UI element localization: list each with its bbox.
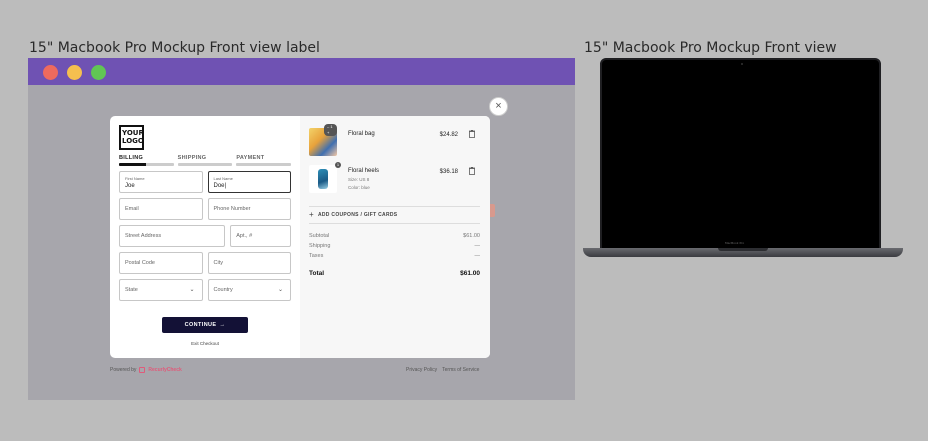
state-select[interactable]: State ⌄ bbox=[119, 279, 203, 301]
item-name: Floral bag bbox=[348, 131, 375, 137]
step-shipping-progress bbox=[177, 163, 233, 166]
chevron-down-icon: ⌄ bbox=[277, 287, 283, 293]
billing-panel: YOUR LOGO BILLING SHIPPING PAYMENT First bbox=[110, 116, 300, 358]
privacy-policy-link[interactable]: Privacy Policy bbox=[406, 367, 437, 373]
window-titlebar bbox=[28, 58, 575, 85]
last-name-field[interactable]: Last Name Doe| bbox=[207, 171, 291, 193]
first-name-field[interactable]: First Name Joe bbox=[119, 171, 203, 193]
shipping-row: Shipping — bbox=[309, 243, 480, 249]
phone-field[interactable]: Phone Number bbox=[207, 198, 291, 220]
frame-label-left: 15" Macbook Pro Mockup Front view label bbox=[29, 40, 320, 56]
macbook-mockup: MacBook Pro bbox=[583, 58, 903, 268]
floral-heels-image: 1 bbox=[309, 162, 341, 193]
first-name-value: Joe bbox=[125, 182, 135, 189]
camera-dot bbox=[741, 63, 743, 65]
subtotal-row: Subtotal $61.00 bbox=[309, 233, 480, 239]
frame-label-right: 15" Macbook Pro Mockup Front view bbox=[584, 40, 837, 56]
laptop-screen bbox=[600, 58, 881, 250]
email-field[interactable]: Email bbox=[119, 198, 203, 220]
item-price: $24.82 bbox=[439, 132, 458, 138]
item-color: Color: blue bbox=[348, 185, 370, 190]
floral-bag-image: – 1 + bbox=[309, 124, 337, 156]
quantity-badge: 1 bbox=[335, 162, 341, 168]
total-label: Total bbox=[309, 270, 325, 277]
brand-icon bbox=[139, 367, 146, 373]
order-summary-panel: – 1 + Floral bag $24.82 1 Floral heels S… bbox=[300, 116, 490, 358]
close-modal-button[interactable]: × bbox=[489, 97, 508, 116]
country-select-label: Country bbox=[213, 287, 233, 293]
city-field[interactable]: City bbox=[207, 252, 291, 274]
coupon-label: ADD COUPONS / GIFT CARDS bbox=[317, 212, 398, 218]
item-name: Floral heels bbox=[348, 168, 380, 174]
cart-item: – 1 + Floral bag $24.82 bbox=[309, 124, 480, 160]
street-address-field[interactable]: Street Address bbox=[119, 225, 226, 247]
close-window-dot[interactable] bbox=[43, 65, 58, 80]
subtotal-label: Subtotal bbox=[309, 233, 330, 239]
minimize-window-dot[interactable] bbox=[67, 65, 82, 80]
item-price: $36.18 bbox=[439, 169, 458, 175]
step-shipping[interactable]: SHIPPING bbox=[177, 155, 233, 166]
powered-by-label: Powered by bbox=[110, 367, 137, 373]
plus-icon: + bbox=[309, 210, 314, 219]
quantity-stepper[interactable]: – 1 + bbox=[324, 124, 337, 136]
first-name-label: First Name bbox=[125, 175, 145, 181]
continue-label: CONTINUE bbox=[184, 322, 217, 328]
laptop-model-text: MacBook Pro bbox=[725, 241, 745, 245]
step-billing-progress bbox=[119, 163, 174, 166]
step-payment[interactable]: PAYMENT bbox=[236, 155, 292, 166]
continue-button[interactable]: CONTINUE → bbox=[162, 317, 248, 333]
step-payment-label: PAYMENT bbox=[236, 155, 265, 161]
taxes-value: — bbox=[474, 253, 481, 259]
add-coupon-button[interactable]: + ADD COUPONS / GIFT CARDS bbox=[309, 206, 480, 224]
checkout-modal: YOUR LOGO BILLING SHIPPING PAYMENT First bbox=[110, 116, 490, 358]
taxes-row: Taxes — bbox=[309, 253, 480, 259]
checkout-steps: BILLING SHIPPING PAYMENT bbox=[119, 155, 292, 166]
country-select[interactable]: Country ⌄ bbox=[207, 279, 291, 301]
arrow-right-icon: → bbox=[219, 322, 226, 328]
shipping-value: — bbox=[474, 243, 481, 249]
chevron-down-icon: ⌄ bbox=[189, 287, 195, 293]
item-size: Size: US 8 bbox=[348, 177, 370, 182]
trash-icon[interactable] bbox=[469, 167, 475, 175]
cart-item: 1 Floral heels Size: US 8 Color: blue $3… bbox=[309, 162, 480, 201]
taxes-label: Taxes bbox=[309, 253, 324, 259]
subtotal-value: $61.00 bbox=[463, 233, 480, 239]
total-value: $61.00 bbox=[460, 270, 480, 277]
apt-field[interactable]: Apt., # bbox=[230, 225, 291, 247]
step-shipping-label: SHIPPING bbox=[177, 155, 207, 161]
state-select-label: State bbox=[125, 287, 138, 293]
total-row: Total $61.00 bbox=[309, 270, 480, 277]
postal-code-field[interactable]: Postal Code bbox=[119, 252, 203, 274]
terms-of-service-link[interactable]: Terms of Service bbox=[442, 367, 479, 373]
step-billing[interactable]: BILLING bbox=[119, 155, 174, 166]
legal-links: Privacy Policy Terms of Service bbox=[406, 367, 479, 373]
laptop-base-notch bbox=[718, 248, 768, 251]
maximize-window-dot[interactable] bbox=[91, 65, 106, 80]
browser-window-mockup: × YOUR LOGO BILLING SHIPPING PAYMENT Fir… bbox=[28, 58, 575, 400]
shipping-label: Shipping bbox=[309, 243, 331, 249]
step-billing-label: BILLING bbox=[119, 155, 144, 161]
logo: YOUR LOGO bbox=[119, 125, 144, 150]
brand-name[interactable]: RecurlyCheck bbox=[148, 367, 181, 373]
last-name-value: Doe| bbox=[213, 182, 227, 189]
last-name-label: Last Name bbox=[213, 175, 233, 181]
exit-checkout-link[interactable]: Exit Checkout bbox=[110, 341, 300, 346]
powered-by: Powered by RecurlyCheck bbox=[110, 367, 182, 373]
trash-icon[interactable] bbox=[469, 130, 475, 138]
step-payment-progress bbox=[236, 163, 292, 166]
